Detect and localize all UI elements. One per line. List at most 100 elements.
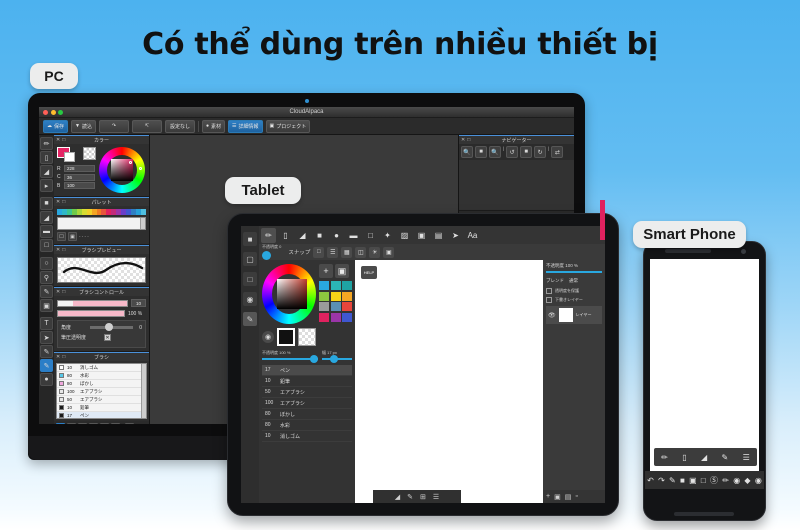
tablet-palette-swatch[interactable] [319,281,329,290]
rotate-left-icon[interactable]: ↺ [506,146,519,158]
paint-bucket-icon[interactable]: ● [40,373,53,386]
fill-square-icon[interactable]: ■ [680,476,685,485]
brush-angle-track[interactable] [90,323,133,331]
foreground-color-swatch[interactable] [277,328,295,346]
pc-menu-save[interactable]: ☁ 保存 [43,119,69,133]
transform-icon[interactable]: ▨ [397,228,412,243]
snap-grid-icon[interactable]: ▦ [341,246,353,258]
delete-layer-icon[interactable]: ▫ [575,493,577,500]
layer-blend-value[interactable]: 通常 [569,278,578,284]
brush-list-item[interactable]: 50 エアブラシ [57,396,146,404]
tablet-brush-item[interactable]: 80 ぼかし [262,409,352,420]
fit-icon[interactable]: ■ [475,146,487,158]
brush-size-slider[interactable]: 10 [57,299,146,307]
pc-menu-project[interactable]: ▣ プロジェクト [265,119,311,133]
protect-alpha-checkbox[interactable] [546,288,552,294]
tablet-brush-item[interactable]: 10 鉛筆 [262,376,352,387]
gradient-icon[interactable]: ▬ [346,228,361,243]
pc-menu-redo[interactable]: ↸ [131,119,162,133]
color-field-r-value[interactable]: 228 [64,165,95,172]
brush-list-scrollbar[interactable] [141,364,146,418]
bucket-icon[interactable]: ● [56,423,65,424]
blur-icon[interactable]: ◢ [701,453,707,462]
rotate-right-icon[interactable]: ↻ [534,146,547,158]
background-color-swatch[interactable] [298,328,316,346]
lasso-icon[interactable]: ○ [40,257,53,270]
redo-icon[interactable]: ↷ [658,476,665,485]
pc-menu-material[interactable]: ● 素材 [201,119,226,133]
transparent-swatch[interactable] [83,147,96,160]
flip-icon[interactable]: ⇄ [551,146,564,158]
fill-square-icon[interactable]: ■ [312,228,327,243]
eye-icon[interactable]: 👁 [548,312,556,319]
eraser-icon[interactable]: ▯ [682,453,686,462]
merge-layer-icon[interactable]: ▤ [565,493,572,501]
tablet-opacity-slider[interactable]: 不透明度 100 % [262,350,318,363]
file-icon[interactable]: ▣ [689,476,697,485]
brush-pressure-row[interactable]: 筆圧透明度 ✕ [61,334,142,341]
pc-palette-panel-header[interactable]: ✕ □ パレット [54,197,149,206]
color-swatches[interactable] [57,147,96,163]
palette-icon[interactable]: ◉ [262,331,274,343]
delete-icon[interactable]: ▣ [68,232,77,241]
text-icon[interactable]: T [40,317,53,330]
tablet-width-knob[interactable] [330,355,338,363]
pencil-icon[interactable]: ✎ [669,476,676,485]
tablet-brush-item[interactable]: 50 エアブラシ [262,387,352,398]
tablet-palette-swatch[interactable] [330,291,341,301]
zoom-out-icon[interactable]: 🔍 [489,146,501,158]
draft-layer-checkbox[interactable] [546,297,552,303]
layer-opacity-track[interactable] [546,271,602,273]
pencil-icon[interactable]: ✎ [40,345,53,358]
folder-icon[interactable]: ▱ [100,423,109,424]
duplicate-layer-icon[interactable]: ▣ [554,493,561,501]
snap-symmetry-icon[interactable]: ▣ [383,246,395,258]
tablet-brush-item[interactable]: 80 水彩 [262,420,352,431]
layer-row[interactable]: 👁 レイヤー [546,306,602,324]
layer-blend-row[interactable]: ブレンド 通常 [546,278,602,284]
tablet-palette-swatch[interactable] [330,281,341,290]
select-rect-icon[interactable]: □ [701,476,706,485]
brush-list[interactable]: 10 消しゴム 80 水彩 80 ぼかし 100 エアブラシ 50 エアブラシ 10 鉛筆 17 ペン [56,363,147,419]
brush-list-item[interactable]: 100 エアブラシ [57,388,146,396]
shape-icon[interactable]: ◆ [744,476,750,485]
move-arrow-icon[interactable]: ➤ [40,331,53,344]
pc-menu-info[interactable]: ☰ 詳細情報 [228,119,263,133]
eraser-icon[interactable]: ▯ [278,228,293,243]
menu-icon[interactable]: ■ [243,232,257,246]
snap-parallel-icon[interactable]: ☰ [327,246,339,258]
trash-icon[interactable]: ▣ [335,264,349,278]
layers-icon[interactable]: ◉ [243,292,257,306]
brush-angle-knob[interactable] [105,323,114,331]
add-swatch-button[interactable]: + [319,264,333,278]
duplicate-icon[interactable]: ▤ [78,423,87,424]
brush-list-item[interactable]: 10 鉛筆 [57,404,146,412]
select-arrow-icon[interactable]: ▸ [40,179,53,192]
tablet-palette-swatch[interactable] [330,312,341,322]
snap-perspective-icon[interactable]: ◫ [355,246,367,258]
move-arrow-icon[interactable]: ➤ [448,228,463,243]
color-field-c[interactable]: C 36 [57,173,95,181]
blur-icon[interactable]: ◢ [295,228,310,243]
image-icon[interactable]: ▤ [431,228,446,243]
gradient-icon[interactable]: ▬ [40,225,53,238]
select-rect-icon[interactable]: □ [363,228,378,243]
palette-list-box[interactable] [57,217,146,230]
palette-swatch[interactable] [140,209,146,215]
brush-icon[interactable]: ✎ [243,312,257,326]
tablet-palette-swatch[interactable] [342,281,352,290]
trash-icon[interactable]: ▣ [125,423,135,424]
settings-icon[interactable]: ◉ [755,476,762,485]
tablet-opacity-knob[interactable] [262,251,271,260]
wand-icon[interactable]: ✦ [380,228,395,243]
stamp-icon[interactable]: ▣ [40,299,53,312]
brush-icon[interactable]: ✎ [40,285,53,298]
pc-menu-load[interactable]: ▼ 読込 [71,119,96,133]
brush-list-item[interactable]: 80 水彩 [57,372,146,380]
palette-icon[interactable]: ◉ [733,476,740,485]
color-field-b-value[interactable]: 100 [64,182,95,189]
pc-brush-panel-header[interactable]: ✕ □ ブラシ [54,352,149,361]
protect-alpha-row[interactable]: 透明度を保護 [546,288,602,294]
tablet-brush-item[interactable]: 10 消しゴム [262,431,352,442]
frame-icon[interactable]: □ [40,239,53,252]
